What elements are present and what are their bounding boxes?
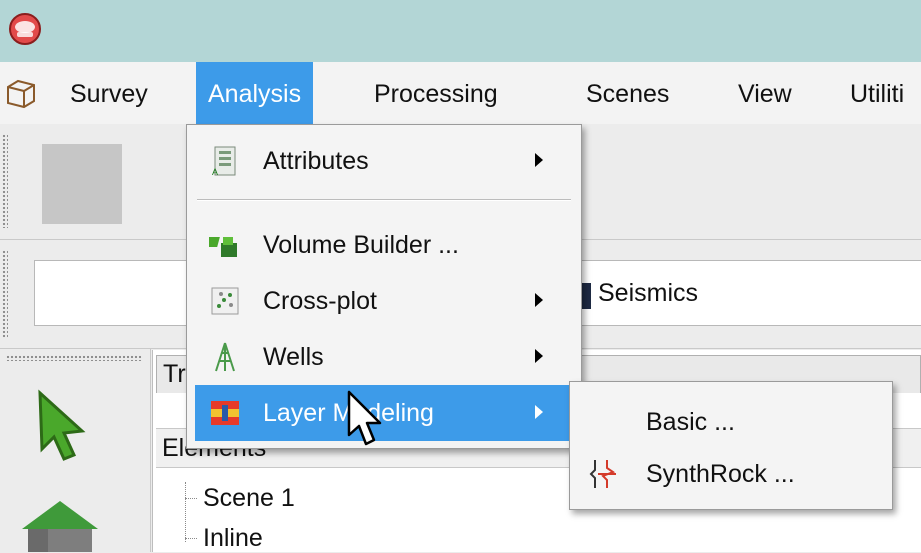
tree-item-inline[interactable]: Inline xyxy=(203,524,263,553)
layer-modeling-icon xyxy=(211,401,239,425)
toolbar-grip[interactable] xyxy=(2,250,8,338)
submenu-item-basic-label: Basic ... xyxy=(646,408,735,436)
tree-item-scene[interactable]: Scene 1 xyxy=(203,484,295,513)
seismics-label: Seismics xyxy=(598,279,699,307)
submenu-item-synthrock[interactable]: SynthRock ... xyxy=(572,448,890,500)
wells-icon xyxy=(215,342,235,372)
menu-bar: Survey Analysis Processing Scenes View U… xyxy=(0,62,921,124)
menu-processing[interactable]: Processing xyxy=(362,62,510,124)
menu-item-cross-plot[interactable]: Cross-plot xyxy=(195,273,573,329)
menu-separator xyxy=(197,199,571,201)
menu-utilities[interactable]: Utiliti xyxy=(838,62,916,124)
menu-item-volume-builder-label: Volume Builder ... xyxy=(263,231,459,259)
submenu-item-basic[interactable]: Basic ... xyxy=(572,396,890,448)
seismics-color-swatch xyxy=(581,283,591,309)
toolbar-grip[interactable] xyxy=(2,134,8,228)
mouse-cursor-icon xyxy=(347,390,382,446)
analysis-dropdown-menu: A Attributes Volume Builder ... Cross-pl… xyxy=(186,124,582,449)
submenu-item-synthrock-label: SynthRock ... xyxy=(646,460,795,488)
svg-text:A: A xyxy=(212,167,218,177)
survey-cube-icon xyxy=(7,79,35,109)
left-toolbar-grip[interactable] xyxy=(6,355,142,361)
menu-analysis[interactable]: Analysis xyxy=(196,62,314,124)
menu-item-attributes-label: Attributes xyxy=(263,147,369,175)
tree-tab-title: Tr xyxy=(163,360,186,388)
cross-plot-icon xyxy=(211,287,239,315)
layer-modeling-submenu: Basic ... SynthRock ... xyxy=(569,381,893,510)
synthrock-icon xyxy=(589,460,616,488)
menu-item-volume-builder[interactable]: Volume Builder ... xyxy=(195,217,573,273)
app-icon[interactable] xyxy=(8,12,42,46)
attributes-icon: A xyxy=(212,146,236,177)
tree-connector xyxy=(185,538,197,539)
submenu-arrow-icon xyxy=(535,153,543,167)
menu-view[interactable]: View xyxy=(726,62,804,124)
submenu-arrow-icon xyxy=(535,293,543,307)
submenu-arrow-icon xyxy=(535,349,543,363)
toolbar-button-blank[interactable] xyxy=(42,144,122,224)
menu-item-layer-modeling[interactable]: Layer Modeling xyxy=(195,385,573,441)
menu-item-wells-label: Wells xyxy=(263,343,324,371)
menu-item-attributes[interactable]: A Attributes xyxy=(195,133,573,189)
home-icon[interactable] xyxy=(20,499,100,552)
tree-connector xyxy=(185,482,186,542)
menu-scenes[interactable]: Scenes xyxy=(574,62,681,124)
submenu-arrow-icon xyxy=(535,405,543,419)
title-bar xyxy=(0,0,921,62)
menu-item-cross-plot-label: Cross-plot xyxy=(263,287,377,315)
volume-builder-icon xyxy=(209,237,237,257)
pointer-arrow-icon[interactable] xyxy=(34,389,90,461)
menu-item-wells[interactable]: Wells xyxy=(195,329,573,385)
left-toolbar xyxy=(0,349,151,552)
menu-survey[interactable]: Survey xyxy=(58,62,160,124)
tree-connector xyxy=(185,498,197,499)
